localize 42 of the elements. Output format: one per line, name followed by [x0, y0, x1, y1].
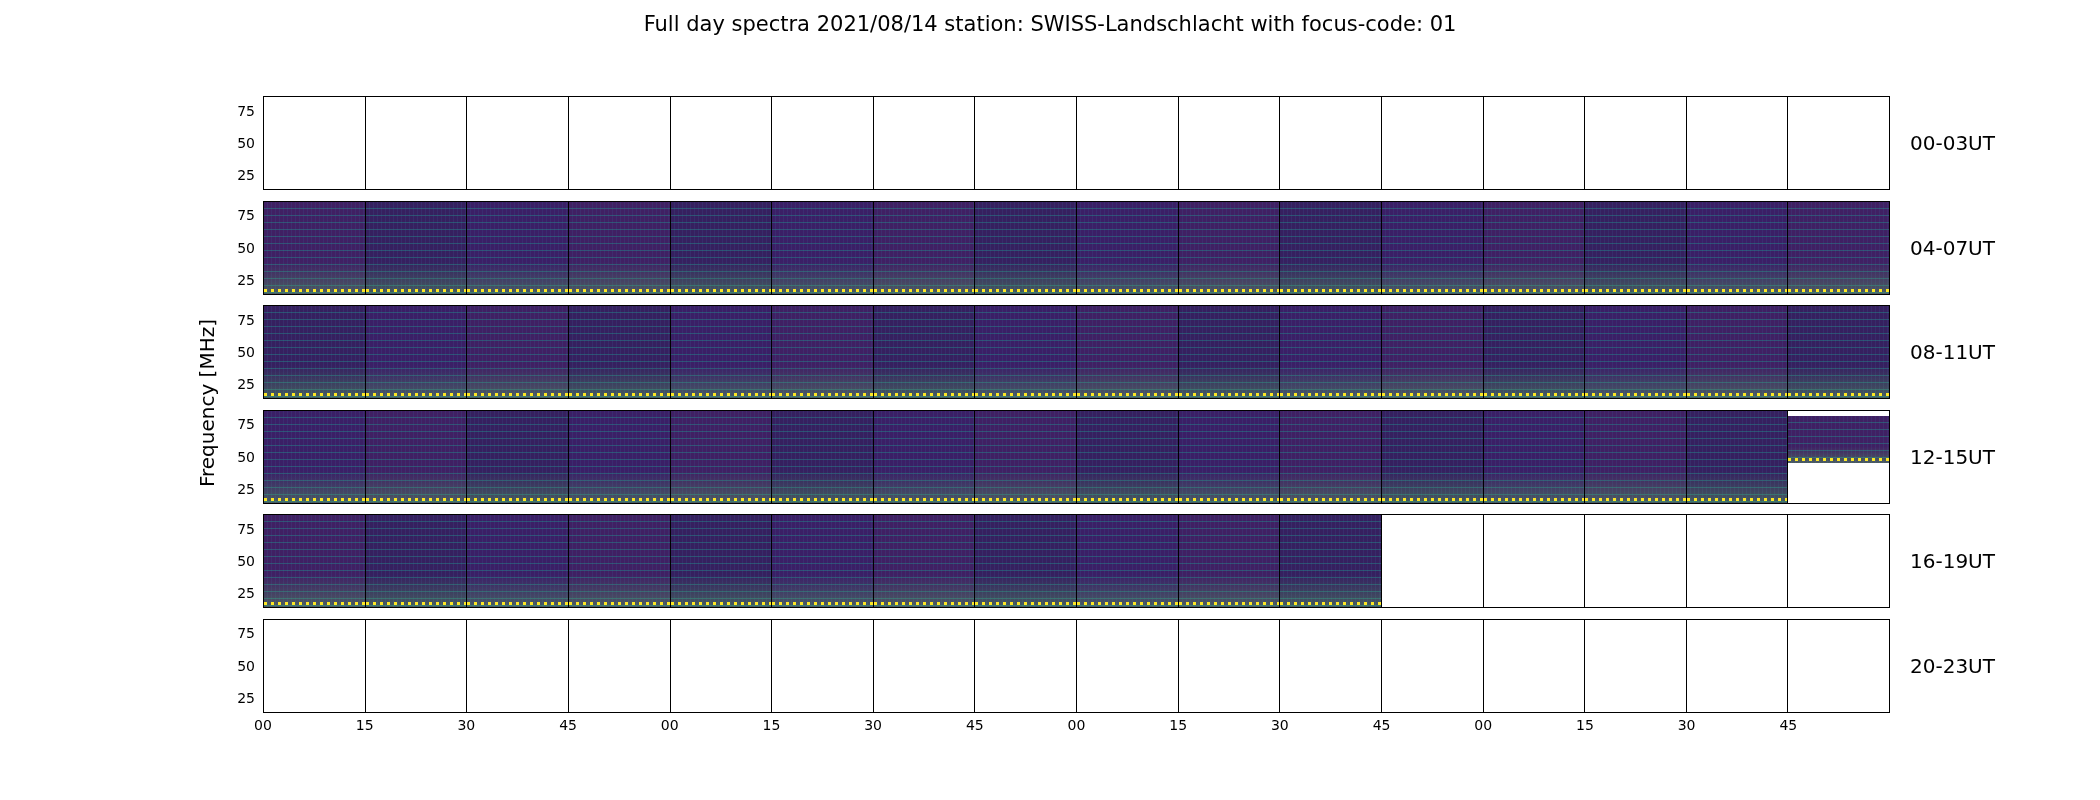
x-tick-label: 30	[1270, 717, 1289, 733]
y-tick-label: 75	[237, 521, 255, 537]
y-tick-label: 50	[237, 135, 255, 151]
y-tick-label: 75	[237, 416, 255, 432]
y-tick-label: 75	[237, 207, 255, 223]
y-tick-label: 25	[237, 272, 255, 288]
x-tick-label: 45	[1779, 717, 1798, 733]
y-tick-label: 75	[237, 103, 255, 119]
y-tick-label: 25	[237, 167, 255, 183]
y-tick-label: 25	[237, 585, 255, 601]
x-tick-label: 15	[762, 717, 781, 733]
x-tick-label: 30	[864, 717, 883, 733]
x-tick-label: 15	[355, 717, 374, 733]
row-label: 04-07UT	[1910, 235, 1995, 260]
y-tick-label: 50	[237, 658, 255, 673]
x-tick-label: 30	[457, 717, 476, 733]
y-tick-label: 50	[237, 344, 255, 360]
y-tick-label: 25	[237, 481, 255, 497]
x-tick-label: 00	[254, 717, 272, 733]
row-label: 12-15UT	[1910, 444, 1995, 469]
y-tick-label: 50	[237, 240, 255, 255]
y-tick-label: 75	[237, 312, 255, 328]
y-axis-label: Frequency [MHz]	[196, 318, 218, 488]
x-tick-label: 45	[559, 717, 577, 733]
y-tick-label: 50	[237, 449, 255, 464]
x-tick-label: 15	[1576, 717, 1594, 733]
x-tick-label: 00	[660, 717, 679, 733]
row-label: 08-11UT	[1910, 340, 1995, 364]
y-tick-label: 25	[237, 690, 255, 706]
x-tick-label: 45	[1372, 717, 1391, 733]
x-tick-label: 30	[1677, 717, 1696, 733]
row-label: 00-03UT	[1910, 131, 1995, 155]
x-tick-label: 45	[965, 717, 984, 733]
x-tick-label: 15	[1169, 717, 1188, 733]
y-tick-label: 75	[237, 625, 255, 641]
figure-title: Full day spectra 2021/08/14 station: SWISS-Landschlacht with focus-code: 01	[642, 11, 1458, 38]
y-tick-label: 25	[237, 376, 255, 392]
y-tick-label: 50	[237, 553, 255, 569]
x-tick-label: 00	[1067, 717, 1086, 733]
row-label: 16-19UT	[1910, 549, 1995, 573]
x-tick-label: 00	[1474, 717, 1493, 733]
row-label: 20-23UT	[1910, 653, 1995, 678]
